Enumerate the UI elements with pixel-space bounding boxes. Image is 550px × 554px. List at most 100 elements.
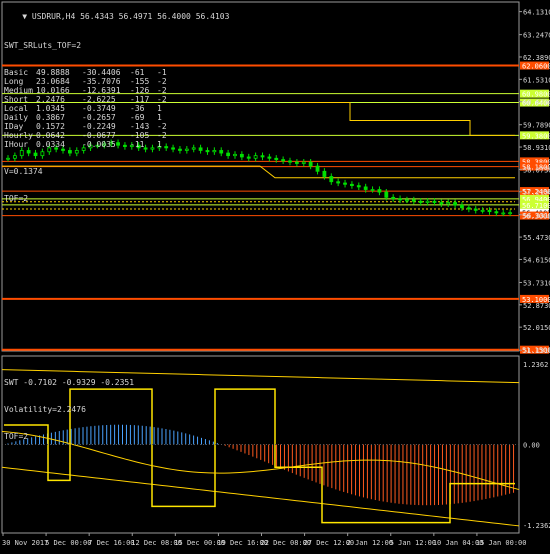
indicator-cell: -30.4406 [82, 68, 121, 77]
candle-body [425, 200, 430, 203]
indicator-cell: Basic [4, 68, 29, 77]
indicator-cell: 10.0166 [36, 86, 70, 95]
indicator-cell: 0.0334 [36, 140, 65, 149]
indicator-cell: -2 [157, 95, 167, 104]
y-tick-label: 58.9310 [523, 144, 550, 152]
indicator-cell: Daily [4, 113, 29, 122]
x-tick-label: 5 Dec 00:00 [45, 539, 91, 547]
y-tick-label: 58.0730 [523, 166, 550, 174]
indicator-row: IDay 0.1572 -0.2249 -143 -2 [4, 122, 169, 131]
indicator-row: Basic 49.8888 -30.4406 -61 -1 [4, 68, 169, 77]
candle-body [212, 150, 217, 153]
candle-body [239, 153, 244, 158]
indicator-row: IHour 0.0334 -0.0035 -11 1 [4, 140, 169, 149]
level-label: 60.9800 [522, 91, 550, 99]
indicator-v-line: V=0.1374 [4, 167, 43, 176]
candle-body [267, 156, 272, 159]
candle-body [178, 148, 182, 151]
symbol-title: USDRUR,H4 [31, 12, 76, 21]
indicator-cell: -0.0677 [82, 131, 116, 140]
indicator-cell: -126 [130, 86, 150, 95]
candle-body [233, 153, 237, 157]
candle-body [501, 212, 506, 215]
indicator-cell: IDay [4, 122, 24, 131]
y-tick-label: 51.1310 [523, 347, 550, 355]
indicator-cell: 1.0345 [36, 104, 65, 113]
indicator-row: Long 23.0684 -35.7076 -155 -2 [4, 77, 169, 86]
candle-body [274, 157, 279, 160]
indicator-row: Local 1.0345 -0.3749 -36 1 [4, 104, 169, 113]
candle-body [294, 161, 299, 164]
osc-tick-label: 0.00 [523, 442, 540, 450]
candle-body [281, 159, 286, 162]
candle-body [205, 150, 210, 153]
indicator-cell: 49.8888 [36, 68, 70, 77]
indicator-cell: -36 [130, 104, 145, 113]
indicator-rows: Basic 49.8888 -30.4406 -61 -1 Long 23.0684 -35.… [4, 68, 169, 149]
indicator-cell: Hourly [4, 131, 33, 140]
y-tick-label: 59.7890 [523, 122, 550, 130]
y-tick-label: 61.5310 [523, 76, 550, 84]
indicator-cell: -117 [130, 95, 150, 104]
indicator-cell: Long [4, 77, 24, 86]
indicator-cell: -2 [157, 86, 167, 95]
candle-body [336, 181, 341, 184]
indicator-row: Short 2.2476 -2.6225 -117 -2 [4, 95, 169, 104]
indicator-row: Hourly 0.0642 -0.0677 -105 -2 [4, 131, 169, 140]
indicator-cell: -105 [130, 131, 150, 140]
candle-body [370, 189, 375, 191]
candle-body [343, 182, 347, 185]
indicator-cell: -0.2249 [82, 122, 116, 131]
candle-body [315, 165, 320, 172]
indicator-row: Daily 0.3867 -0.2657 -69 1 [4, 113, 169, 122]
level-label: 59.3800 [522, 132, 550, 140]
trend-step-line [300, 102, 515, 136]
indicator-cell: Local [4, 104, 29, 113]
candle-body [508, 212, 513, 215]
candle-body [253, 155, 258, 159]
indicator-cell: 2.2476 [36, 95, 65, 104]
y-tick-label: 64.1310 [523, 9, 550, 17]
indicator-cell: -2 [157, 131, 167, 140]
indicator-cell: -0.3749 [82, 104, 116, 113]
y-tick-label: 60.6730 [523, 99, 550, 107]
indicator-cell: 1 [157, 104, 162, 113]
y-tick-label: 52.8730 [523, 302, 550, 310]
candle-body [487, 209, 492, 213]
candle-body [246, 156, 251, 159]
indicator-cell: -0.0035 [82, 140, 116, 149]
indicator-cell: -61 [130, 68, 145, 77]
candle-body [391, 196, 396, 200]
y-tick-label: 56.3310 [523, 212, 550, 220]
indicator-cell: -2 [157, 122, 167, 131]
x-tick-label: 15 Jan 00:00 [476, 539, 527, 547]
x-tick-label: 30 Nov 2017 [2, 539, 48, 547]
candle-body [405, 199, 409, 202]
osc-envelope-lower [1, 466, 520, 527]
candle-body [288, 160, 292, 163]
candle-body [446, 202, 451, 205]
indicator-cell: -35.7076 [82, 77, 121, 86]
candle-body [398, 198, 402, 201]
candle-body [384, 191, 389, 198]
y-tick-label: 63.2470 [523, 32, 550, 40]
indicator-cell: -1 [157, 68, 167, 77]
candle-body [191, 147, 196, 150]
candle-body [460, 204, 464, 209]
indicator-cell: -0.2657 [82, 113, 116, 122]
chart-stage: 62.0600 60.9800 60.6400 59.3800 58.3800 58.18… [0, 0, 550, 550]
y-tick-label: 62.3890 [523, 54, 550, 62]
indicator-cell: -69 [130, 113, 145, 122]
indicator-name: SWT_SRLuts_TOF=2 [4, 41, 82, 50]
oscillator-values: -0.7102 -0.9329 -0.2351 [23, 378, 135, 387]
x-tick-label: 5 Jan 12:00 [390, 539, 436, 547]
ohlc-values: 56.4343 56.4971 56.4000 56.4103 [80, 12, 230, 21]
y-tick-label: 57.2150 [523, 189, 550, 197]
indicator-cell: IHour [4, 140, 29, 149]
oscillator-title: SWT [4, 378, 19, 387]
osc-tick-label: 1.2362 [523, 361, 548, 369]
candle-body [198, 147, 203, 151]
candle-body [329, 176, 334, 183]
x-tick-label: 7 Dec 16:00 [88, 539, 134, 547]
candle-body [439, 202, 444, 205]
